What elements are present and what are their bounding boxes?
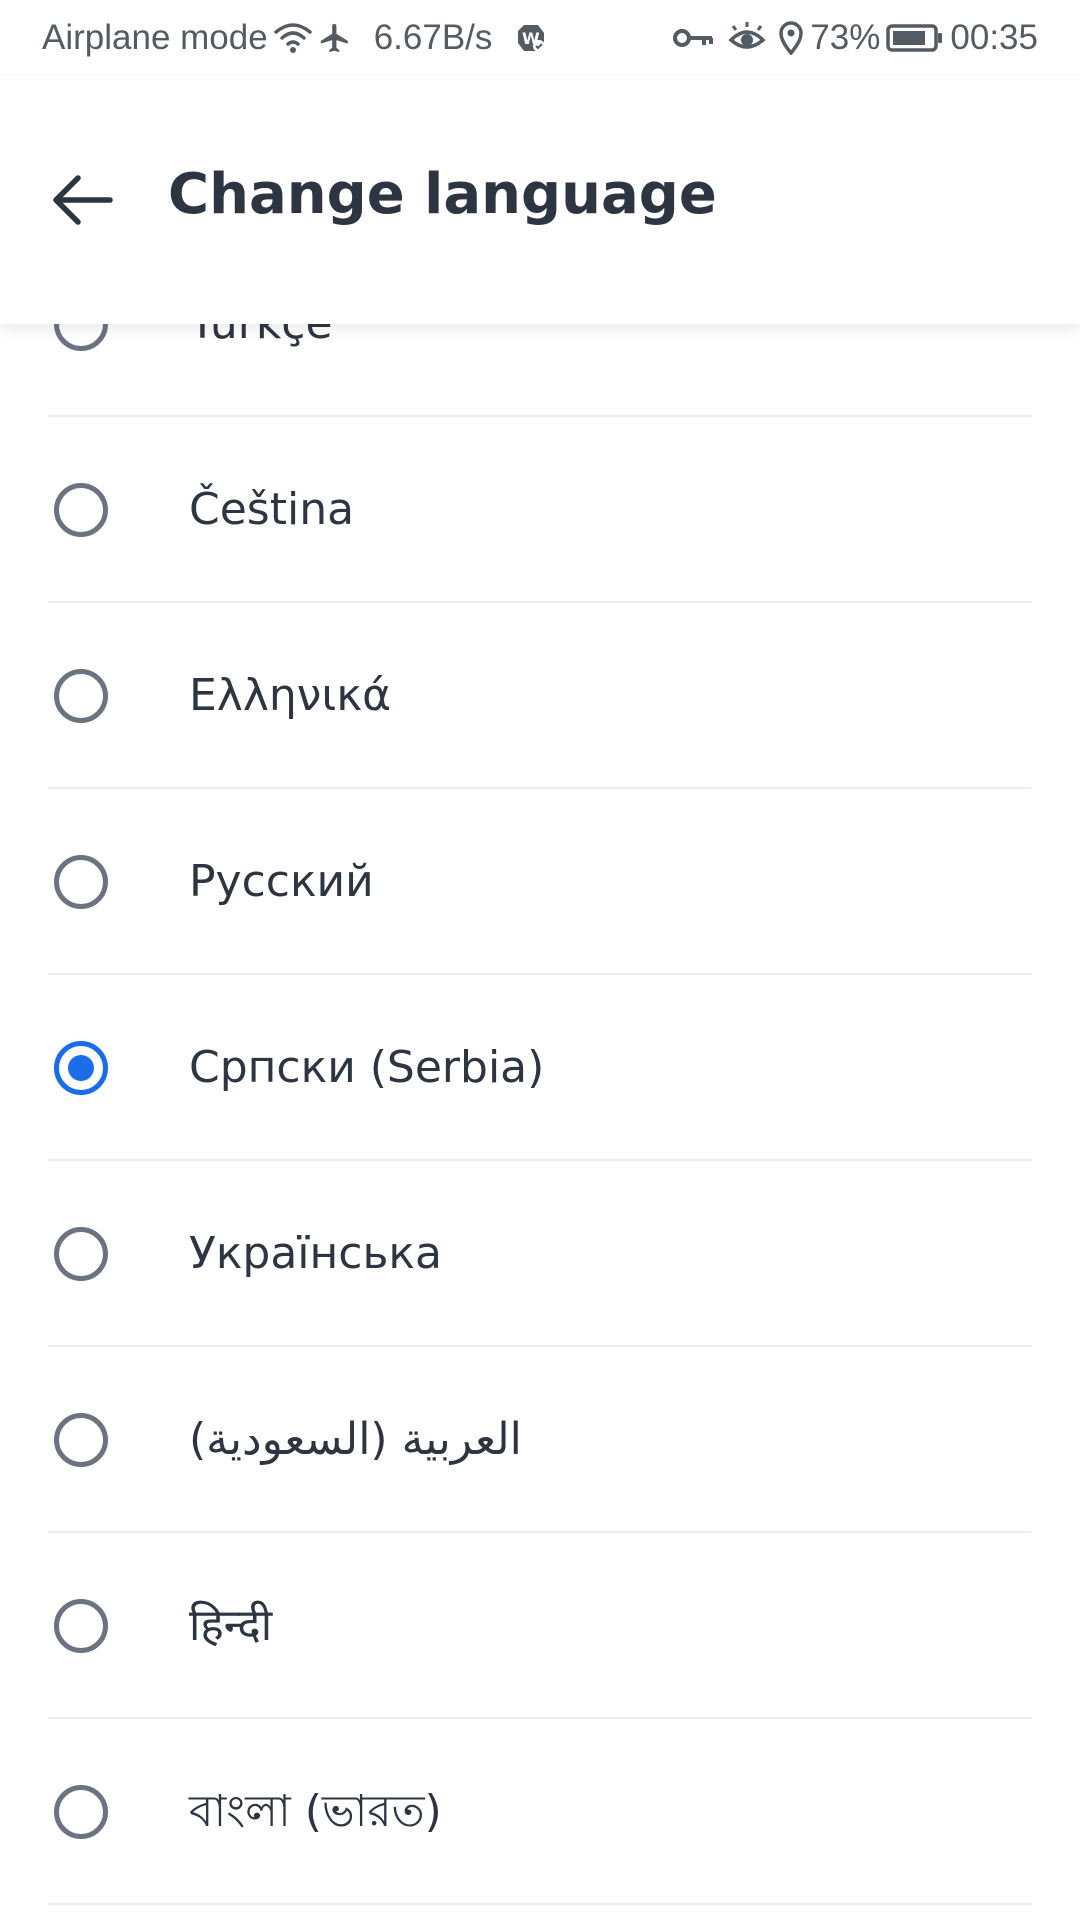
battery-icon [886,23,944,53]
language-list-content: Türkçe Čeština Ελληνικά Русский Српски (Serb… [0,324,1080,1905]
language-option[interactable]: Српски (Serbia) [0,975,1080,1161]
radio-button[interactable] [54,483,108,537]
language-option[interactable]: Čeština [0,417,1080,603]
language-list[interactable]: Türkçe Čeština Ελληνικά Русский Српски (Serb… [0,324,1080,1920]
airplane-icon [318,21,352,55]
arrow-left-icon [50,174,114,226]
language-option[interactable]: Українська [0,1161,1080,1347]
radio-button[interactable] [54,324,108,351]
language-label: বাংলা (ভারত) [189,1786,442,1837]
battery-percent-text: 73% [810,18,881,57]
radio-button-checked[interactable] [54,1041,108,1095]
wifi-icon [273,22,312,54]
radio-button[interactable] [54,1413,108,1467]
language-option[interactable]: हिन्दी [0,1533,1080,1719]
clock-text: 00:35 [950,18,1038,57]
network-speed-text: 6.67B/s [373,18,493,57]
language-option[interactable]: العربية (السعودية) [0,1347,1080,1533]
language-label: हिन्दी [189,1600,273,1651]
language-option[interactable]: Türkçe [0,324,1080,417]
radio-button[interactable] [54,1785,108,1839]
language-label: Српски (Serbia) [189,1042,545,1093]
language-label: Türkçe [189,324,333,417]
vpn-key-icon [672,23,716,53]
radio-button[interactable] [54,1599,108,1653]
network-status-text: Airplane mode [42,18,268,57]
language-label: العربية (السعودية) [189,1414,522,1465]
language-option[interactable]: Ελληνικά [0,603,1080,789]
app-bar: Change language [0,76,1080,324]
radio-button[interactable] [54,855,108,909]
language-label: Русский [189,856,374,907]
radio-button[interactable] [54,1227,108,1281]
language-option[interactable]: বাংলা (ভারত) [0,1719,1080,1905]
location-icon [778,21,804,55]
status-bar: Airplane mode 6.67B/s W 73% 00:35 [0,0,1080,76]
radio-button[interactable] [54,669,108,723]
page-title: Change language [168,162,717,227]
status-bar-left: Airplane mode 6.67B/s W [42,18,548,58]
language-label: Ελληνικά [189,670,392,721]
language-option[interactable]: Русский [0,789,1080,975]
language-label: Українська [189,1228,442,1279]
status-bar-right: 73% 00:35 [672,18,1038,58]
language-label: Čeština [189,484,355,535]
divider [48,1903,1032,1905]
back-button[interactable] [36,154,128,246]
app-notification-icon: W [514,21,548,55]
eye-comfort-icon [728,22,766,54]
